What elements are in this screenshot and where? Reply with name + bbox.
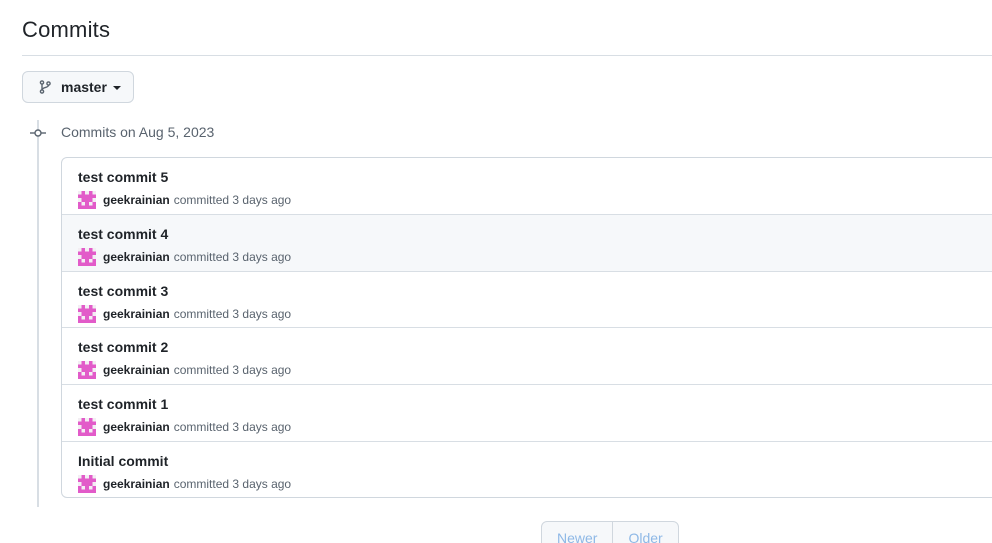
commit-author-link[interactable]: geekrainian [103,419,170,435]
commit-meta: geekrainian committed 3 days ago [78,361,984,380]
avatar[interactable] [78,304,96,323]
commit-time-text: committed 3 days ago [173,476,292,491]
commit-title-link[interactable]: Initial commit [78,453,984,469]
commit-row[interactable]: Initial commit geekrainian committed 3 d… [62,442,992,497]
commit-row[interactable]: test commit 4 geekrainian committed 3 da… [62,214,992,272]
commit-meta: geekrainian committed 3 days ago [78,418,984,437]
commit-list: test commit 5 geekrainian committed 3 da… [61,157,992,498]
avatar[interactable] [78,418,96,437]
commit-title-link[interactable]: test commit 5 [78,169,984,185]
commit-author-link[interactable]: geekrainian [103,476,170,492]
commit-meta: geekrainian committed 3 days ago [78,304,984,323]
commit-author-link[interactable]: geekrainian [103,362,170,378]
commit-row[interactable]: test commit 5 geekrainian committed 3 da… [62,158,992,215]
timeline-line [37,120,39,507]
commit-row[interactable]: test commit 2 geekrainian committed 3 da… [62,328,992,386]
commit-time-text: committed 3 days ago [173,420,292,435]
git-commit-icon [30,125,46,141]
title-divider [22,55,992,56]
commit-time-text: committed 3 days ago [173,193,292,207]
branch-selector-button[interactable]: master [22,71,134,103]
commit-meta: geekrainian committed 3 days ago [78,191,984,209]
commit-time-text: committed 3 days ago [173,363,292,378]
older-button[interactable]: Older [613,522,677,543]
page-title: Commits [22,17,111,42]
commit-title-link[interactable]: test commit 2 [78,339,984,355]
commit-time-text: committed 3 days ago [173,249,292,264]
commit-row[interactable]: test commit 1 geekrainian committed 3 da… [62,385,992,442]
git-branch-icon [37,79,53,95]
branch-name: master [61,79,107,95]
avatar[interactable] [78,191,96,209]
commit-meta: geekrainian committed 3 days ago [78,247,984,266]
commit-group-date-heading: Commits on Aug 5, 2023 [61,124,215,140]
commit-author-link[interactable]: geekrainian [103,306,170,322]
commit-row[interactable]: test commit 3 geekrainian committed 3 da… [62,272,992,329]
commit-author-link[interactable]: geekrainian [103,192,170,208]
commit-title-link[interactable]: test commit 1 [78,396,984,412]
commit-author-link[interactable]: geekrainian [103,249,170,265]
avatar[interactable] [78,474,96,493]
commit-title-link[interactable]: test commit 4 [78,226,984,242]
commit-time-text: committed 3 days ago [173,306,292,321]
commit-title-link[interactable]: test commit 3 [78,283,984,299]
pagination: Newer Older [541,521,679,543]
newer-button[interactable]: Newer [542,522,614,543]
avatar[interactable] [78,361,96,380]
chevron-down-icon [112,86,121,90]
avatar[interactable] [78,247,96,266]
commit-meta: geekrainian committed 3 days ago [78,474,984,493]
